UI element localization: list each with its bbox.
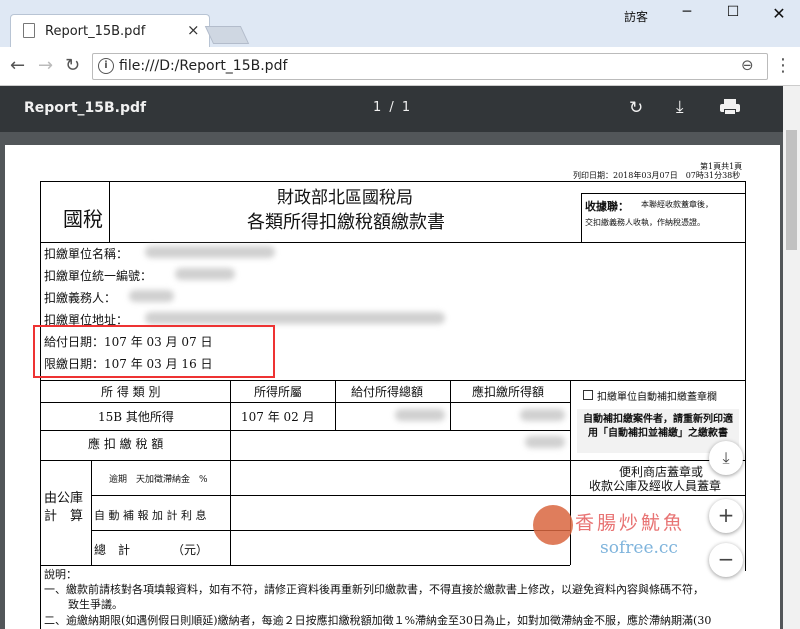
redacted-total-paid (395, 409, 445, 421)
pdf-toolbar: Report_15B.pdf 1 / 1 ↻ ⤓ (0, 86, 783, 132)
redacted-unit-name (145, 246, 275, 258)
stamp-label-2: 收款公庫及經收人員蓋章 (589, 479, 722, 493)
info-icon[interactable]: i (98, 58, 114, 74)
zoom-out-button[interactable]: − (709, 543, 743, 577)
window-close-icon[interactable]: ✕ (756, 4, 800, 23)
new-tab-button[interactable] (204, 26, 250, 44)
download-icon[interactable]: ⤓ (676, 97, 684, 117)
print-icon[interactable] (720, 99, 740, 115)
receipt-text-1: 本聯經收款蓋章後， (641, 200, 713, 209)
label-unit-id: 扣繳單位統一編號： (44, 269, 153, 283)
col-total-paid: 給付所得總額 (351, 385, 424, 399)
watermark-mascot (533, 505, 573, 545)
auto-stamp-label: 扣繳單位自動補扣繳蓋章欄 (597, 392, 717, 403)
watermark-text-cn: 香腸炒魷魚 (575, 512, 686, 534)
tab-title: Report_15B.pdf (45, 24, 146, 39)
receipt-text-2: 交扣繳義務人收執，作納稅憑證。 (585, 218, 705, 227)
rotate-icon[interactable]: ↻ (629, 98, 643, 118)
watermark-text-en: sofree.cc (600, 538, 678, 558)
col-tax-withheld: 應扣繳所得額 (472, 385, 545, 399)
reload-icon[interactable]: ↻ (65, 55, 80, 76)
late-fee-label: 逾期 天加徵滯納金 % (109, 475, 208, 485)
redacted-unit-id (175, 268, 235, 280)
redacted-tax-due (525, 436, 565, 448)
doc-title-line1: 財政部北區國稅局 (277, 188, 413, 208)
auto-interest-label: 自 動 補 報 加 計 利 息 (94, 509, 207, 522)
address-bar[interactable]: i file:///D:/Report_15B.pdf ⊖ (92, 53, 768, 80)
note-1b: 致生爭議。 (68, 598, 123, 611)
url-text[interactable]: file:///D:/Report_15B.pdf (119, 58, 287, 74)
fit-to-page-icon[interactable]: ⤓ (709, 441, 743, 475)
scrollbar-thumb[interactable] (786, 130, 797, 250)
label-unit-name: 扣繳單位名稱： (44, 247, 129, 261)
forward-arrow-icon[interactable]: → (38, 55, 53, 76)
maximize-icon[interactable]: ☐ (710, 4, 756, 20)
tax-due-label: 應 扣 繳 稅 額 (88, 437, 164, 451)
close-tab-icon[interactable]: × (187, 21, 200, 39)
col-income-type: 所 得 類 別 (101, 385, 161, 399)
profile-name[interactable]: 訪客 (624, 8, 648, 25)
back-arrow-icon[interactable]: ← (10, 55, 25, 76)
treasury-label: 由公庫計 算 (44, 491, 84, 524)
total-label: 總 計 （元） (94, 543, 209, 557)
pdf-file-name: Report_15B.pdf (24, 100, 147, 116)
note-2: 二、逾繳納期限(如遇例假日則順延)繳納者，每逾２日按應扣繳稅額加徵１%滯納金至3… (44, 614, 712, 627)
row-income-type: 15B 其他所得 (98, 410, 174, 424)
page-indicator: 1 / 1 (373, 100, 413, 115)
print-date: 列印日期：2018年03月07日 07時31分38秒 (573, 171, 741, 180)
tab-strip: Report_15B.pdf × 訪客 ─ ☐ ✕ (0, 0, 800, 47)
redacted-obligor (129, 290, 174, 302)
redacted-address (145, 312, 445, 324)
minimize-icon[interactable]: ─ (664, 4, 710, 20)
pdf-page: 第1頁共1頁 列印日期：2018年03月07日 07時31分38秒 國稅 財政部… (5, 145, 780, 629)
note-1: 一、繳款前請核對各項填報資料，如有不符，請修正資料後再重新列印繳款書，不得直接於… (44, 583, 704, 596)
label-obligor: 扣繳義務人： (44, 291, 117, 305)
tax-type: 國稅 (63, 207, 103, 231)
redacted-tax-withheld (520, 409, 565, 421)
col-income-period: 所得所屬 (254, 385, 303, 399)
auto-stamp-checkbox[interactable] (583, 390, 593, 400)
zoom-in-button[interactable]: + (709, 499, 743, 533)
browser-toolbar: ← → ↻ i file:///D:/Report_15B.pdf ⊖ ⋮ (0, 47, 800, 86)
tab-report-pdf[interactable]: Report_15B.pdf × (10, 14, 210, 47)
document-icon (23, 23, 35, 38)
notes-title: 說明： (44, 568, 77, 581)
zoom-magnifier-icon[interactable]: ⊖ (741, 56, 754, 74)
row-period: 107 年 02 月 (241, 410, 315, 424)
highlight-box (33, 325, 275, 378)
doc-title-line2: 各類所得扣繳稅額繳款書 (247, 212, 445, 233)
receipt-title: 收據聯： (585, 200, 629, 213)
menu-dots-icon[interactable]: ⋮ (774, 55, 792, 76)
